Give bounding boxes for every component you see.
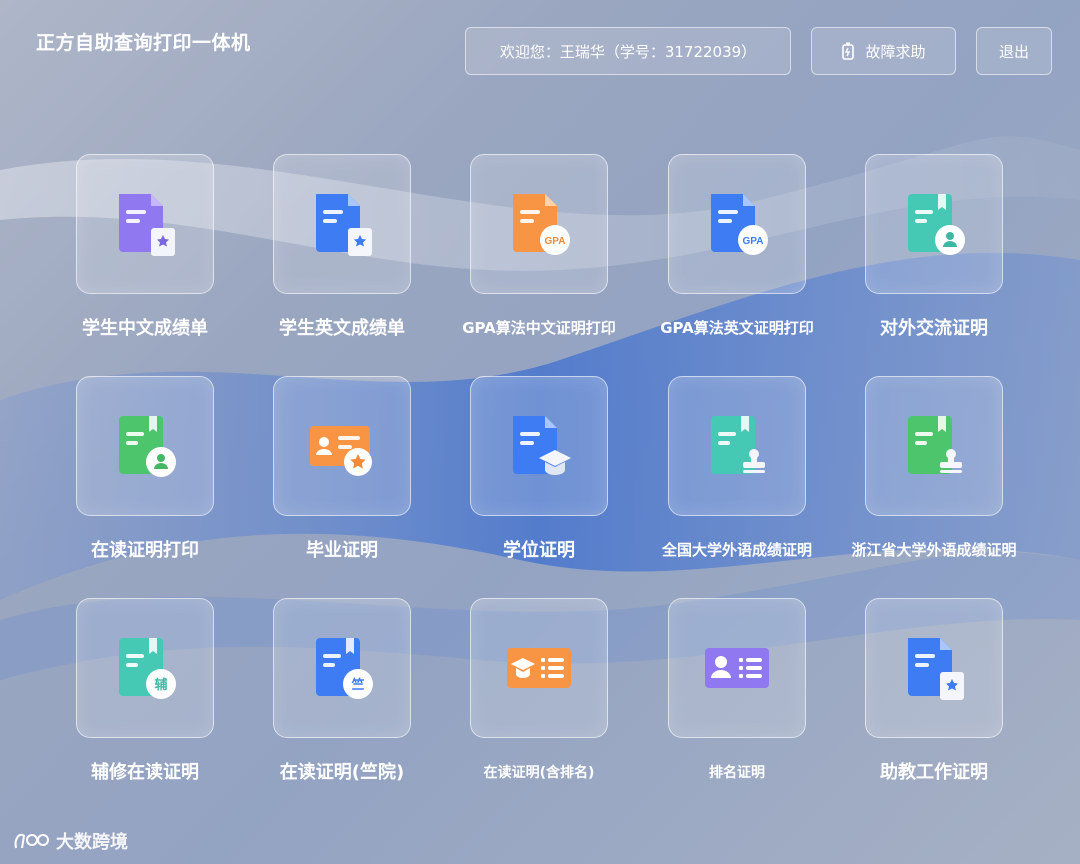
tile-national-english-cert[interactable]: [668, 376, 806, 516]
logout-label: 退出: [998, 42, 1029, 61]
watermark-text: 大数跨境: [56, 832, 128, 853]
tile-label: 对外交流证明: [880, 318, 988, 339]
tile-label: 学位证明: [503, 540, 575, 561]
tile-label: 在读证明(含排名): [483, 765, 595, 781]
help-label: 故障求助: [865, 42, 926, 61]
gpa-icon-text: GPA: [743, 236, 764, 247]
minor-icon-text: 辅: [154, 677, 167, 693]
watermark: 大数跨境: [12, 828, 128, 854]
tile-label: 排名证明: [709, 765, 765, 781]
app-title: 正方自助查询打印一体机: [36, 32, 251, 54]
tile-degree-cert[interactable]: [470, 376, 608, 516]
tile-transcript-cn[interactable]: [76, 154, 214, 294]
enrollment-cert-icon: [119, 416, 176, 477]
welcome-text: 欢迎您：王瑞华（学号：31722039）: [499, 42, 757, 61]
transcript-cn-icon: [119, 194, 175, 256]
minor-enrollment-icon: 辅: [119, 638, 176, 699]
tile-ta-work-cert[interactable]: [865, 598, 1003, 738]
tile-label: 浙江省大学外语成绩证明: [851, 541, 1017, 559]
tile-label: 全国大学外语成绩证明: [661, 541, 812, 559]
zhejiang-english-cert-icon: [908, 416, 962, 474]
help-button[interactable]: 故障求助: [811, 27, 956, 75]
graduation-card-icon: [310, 426, 372, 476]
gpa-cn-icon: GPA: [513, 194, 570, 255]
tile-label: GPA算法英文证明打印: [660, 319, 814, 337]
exchange-cert-icon: [908, 194, 965, 255]
tile-label: 在读证明打印: [91, 540, 199, 561]
tile-enrollment-cert[interactable]: [76, 376, 214, 516]
tile-ranking-cert[interactable]: [668, 598, 806, 738]
ta-work-cert-icon: [908, 638, 964, 700]
tile-label: 助教工作证明: [880, 762, 988, 783]
chu-college-enrollment-icon: 竺: [316, 638, 373, 699]
tile-ranked-enrollment[interactable]: [470, 598, 608, 738]
tile-label: 辅修在读证明: [91, 762, 199, 783]
ranked-enrollment-icon: [507, 648, 571, 688]
tile-label: 在读证明(竺院): [279, 762, 405, 783]
tile-minor-enrollment[interactable]: 辅: [76, 598, 214, 738]
gpa-icon-text: GPA: [545, 236, 566, 247]
gpa-en-icon: GPA: [711, 194, 768, 255]
tile-exchange-cert[interactable]: [865, 154, 1003, 294]
watermark-logo-icon: [14, 833, 49, 849]
tile-gpa-en[interactable]: GPA: [668, 154, 806, 294]
national-english-cert-icon: [711, 416, 765, 474]
degree-cert-icon: [513, 416, 571, 475]
ranking-cert-icon: [705, 648, 769, 688]
tile-gpa-cn[interactable]: GPA: [470, 154, 608, 294]
tile-graduation-cert[interactable]: [273, 376, 411, 516]
tile-transcript-en[interactable]: [273, 154, 411, 294]
logout-button[interactable]: 退出: [976, 27, 1052, 75]
tile-label: 毕业证明: [306, 540, 378, 561]
chu-icon-text: 竺: [351, 677, 364, 693]
tile-label: 学生英文成绩单: [279, 318, 405, 339]
tile-label: 学生中文成绩单: [82, 318, 208, 339]
tile-label: GPA算法中文证明打印: [462, 319, 616, 337]
welcome-banner: 欢迎您：王瑞华（学号：31722039）: [465, 27, 791, 75]
transcript-en-icon: [316, 194, 372, 256]
battery-help-icon: [842, 42, 855, 60]
tile-chu-college-enrollment[interactable]: 竺: [273, 598, 411, 738]
tile-zhejiang-english-cert[interactable]: [865, 376, 1003, 516]
